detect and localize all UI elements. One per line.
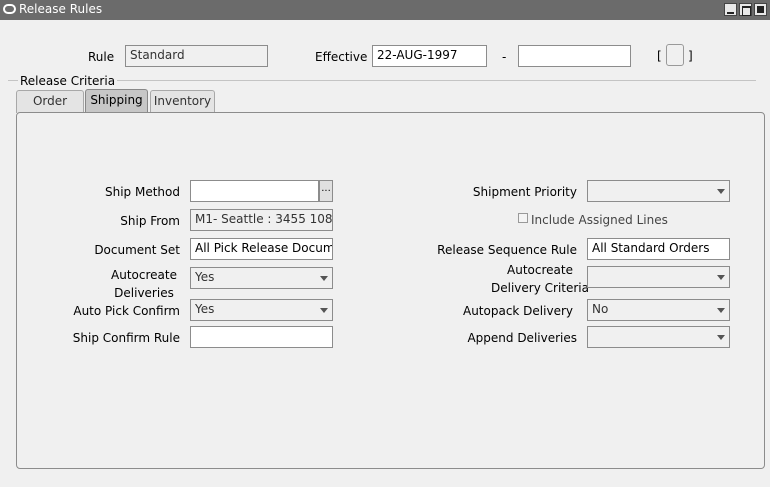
close-icon[interactable] xyxy=(754,3,767,16)
minimize-icon[interactable] xyxy=(724,3,737,16)
autocreate-deliveries-value: Yes xyxy=(195,270,215,284)
append-deliveries-select[interactable] xyxy=(587,326,730,348)
include-assigned-lines-checkbox[interactable] xyxy=(518,213,528,223)
dropdown-arrow-icon xyxy=(717,189,725,194)
maximize-icon[interactable] xyxy=(739,3,752,16)
document-set-field[interactable]: All Pick Release Documents xyxy=(190,238,333,260)
ship-confirm-rule-field[interactable] xyxy=(190,326,333,348)
section-title: Release Criteria xyxy=(18,74,118,88)
autocreate-deliveries-label-1: Autocreate xyxy=(111,268,177,282)
ship-from-field[interactable]: M1- Seattle : 3455 108th xyxy=(190,209,333,231)
include-assigned-lines-label: Include Assigned Lines xyxy=(531,213,668,227)
dropdown-arrow-icon xyxy=(320,308,328,313)
document-set-label: Document Set xyxy=(94,243,180,257)
effective-dash: - xyxy=(502,50,507,64)
auto-pick-confirm-value: Yes xyxy=(195,302,215,316)
autocreate-deliveries-label-2: Deliveries xyxy=(114,286,174,300)
ship-method-label: Ship Method xyxy=(105,185,180,199)
dropdown-arrow-icon xyxy=(717,335,725,340)
dropdown-arrow-icon xyxy=(717,308,725,313)
autocreate-deliveries-select[interactable]: Yes xyxy=(190,267,333,289)
rule-label: Rule xyxy=(88,50,115,64)
autocreate-delivery-criteria-label-1: Autocreate xyxy=(507,263,573,277)
dropdown-arrow-icon xyxy=(717,275,725,280)
append-deliveries-label: Append Deliveries xyxy=(467,331,577,345)
oracle-logo-icon xyxy=(3,4,16,14)
autocreate-delivery-criteria-label-2: Delivery Criteria xyxy=(491,281,589,295)
ship-method-field[interactable] xyxy=(190,180,319,202)
auto-pick-confirm-select[interactable]: Yes xyxy=(190,299,333,321)
autopack-delivery-value: No xyxy=(592,302,609,316)
shipment-priority-label: Shipment Priority xyxy=(472,185,577,199)
bracket-open: [ xyxy=(657,49,662,63)
release-sequence-rule-label: Release Sequence Rule xyxy=(437,243,577,257)
autocreate-delivery-criteria-select[interactable] xyxy=(587,266,730,288)
ship-from-label: Ship From xyxy=(120,214,180,228)
auto-pick-confirm-label: Auto Pick Confirm xyxy=(73,304,180,318)
ship-confirm-rule-label: Ship Confirm Rule xyxy=(72,331,180,345)
shipment-priority-select[interactable] xyxy=(587,180,730,202)
release-sequence-rule-field[interactable]: All Standard Orders xyxy=(587,238,730,260)
window-title: Release Rules xyxy=(19,2,103,16)
tab-order[interactable]: Order xyxy=(16,90,84,113)
dropdown-arrow-icon xyxy=(320,276,328,281)
descriptive-flexfield[interactable] xyxy=(666,44,684,66)
window-title-bar: Release Rules xyxy=(0,0,770,20)
autopack-delivery-select[interactable]: No xyxy=(587,299,730,321)
rule-field[interactable]: Standard xyxy=(125,45,268,67)
tab-inventory[interactable]: Inventory xyxy=(150,90,215,113)
effective-label: Effective xyxy=(315,50,368,64)
effective-to-field[interactable] xyxy=(518,45,631,67)
effective-from-field[interactable]: 22-AUG-1997 xyxy=(372,45,487,67)
ship-method-lov-button[interactable]: ... xyxy=(319,180,333,202)
tab-shipping[interactable]: Shipping xyxy=(85,89,148,113)
section-divider xyxy=(8,80,756,81)
bracket-close: ] xyxy=(688,49,693,63)
autopack-delivery-label: Autopack Delivery xyxy=(462,304,573,318)
